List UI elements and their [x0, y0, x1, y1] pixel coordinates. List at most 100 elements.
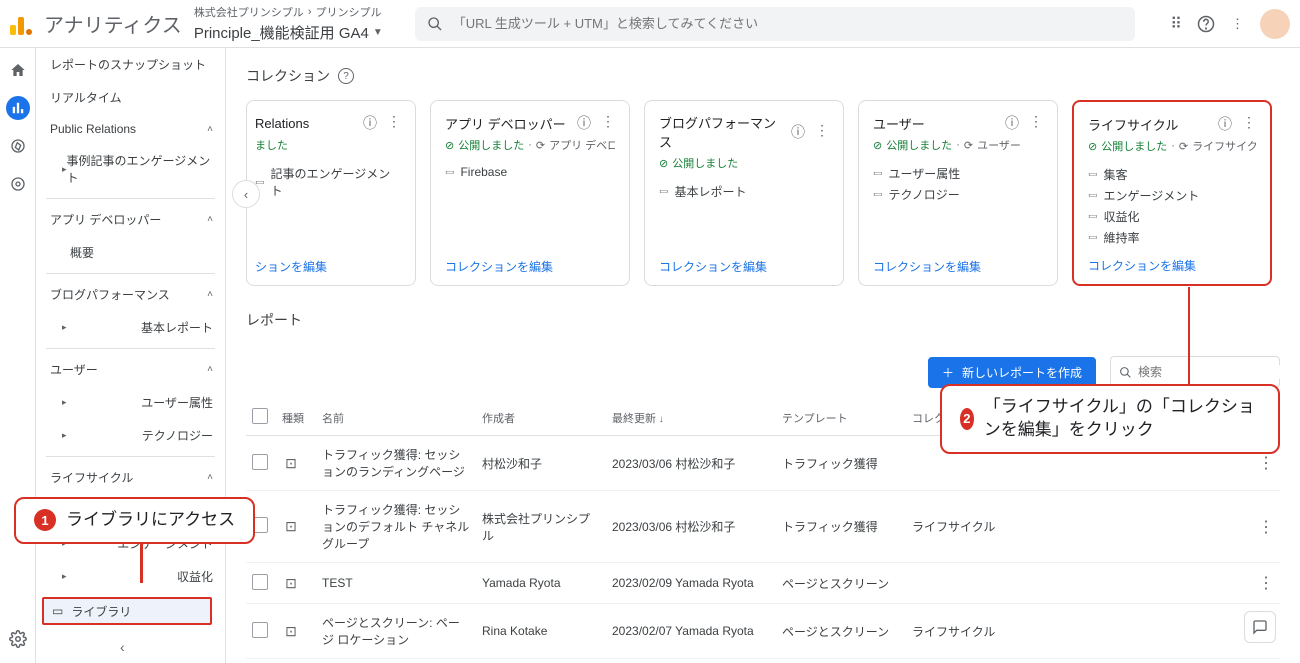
table-row[interactable]: ⊞集客サマリー株式会社プリンシプル2023/01/08 株式会社プリンシプルライ… [246, 659, 1280, 663]
select-all-checkbox[interactable] [252, 408, 268, 424]
table-row[interactable]: ⊡TESTYamada Ryota2023/02/09 Yamada Ryota… [246, 563, 1280, 604]
link-icon: ⟳ [536, 139, 545, 152]
col-template[interactable]: テンプレート [776, 400, 906, 436]
more-vert-icon[interactable]: ⋮ [601, 113, 615, 133]
edit-collection-link[interactable]: コレクションを編集 [873, 250, 1043, 275]
global-search[interactable] [415, 7, 1135, 41]
nav-section-lifecycle[interactable]: ライフサイクル˄ [36, 461, 225, 494]
property-block[interactable]: 株式会社プリンシプル › プリンシプル Principle_機能検証用 GA4 … [194, 4, 383, 43]
table-row[interactable]: ⊡ページとスクリーン: ページ ロケーションRina Kotake2023/02… [246, 604, 1280, 659]
cell-collection: ライフサイクル [906, 659, 1026, 663]
breadcrumb-org: 株式会社プリンシプル [194, 4, 304, 20]
card-item: 記事のエンゲージメント [255, 163, 401, 201]
more-vert-icon[interactable]: ⋮ [387, 113, 401, 133]
collection-card[interactable]: ブログパフォーマンスⓘ⋮ ⊘公開しました 基本レポート コレクションを編集 [644, 100, 844, 286]
cards-scroll-left[interactable]: ‹ [232, 180, 260, 208]
report-type-icon: ⊡ [282, 574, 300, 592]
table-search-input[interactable] [1138, 365, 1293, 379]
info-icon[interactable]: ⓘ [1218, 114, 1232, 134]
cell-name: 集客サマリー [316, 659, 476, 663]
property-selector[interactable]: Principle_機能検証用 GA4 ▼ [194, 22, 383, 43]
row-checkbox[interactable] [252, 622, 268, 638]
nav-section-blog[interactable]: ブログパフォーマンス˄ [36, 278, 225, 311]
breadcrumb-prop: プリンシプル [315, 4, 381, 20]
info-icon[interactable]: ⓘ [363, 113, 377, 133]
cell-name: ページとスクリーン: ページ ロケーション [316, 604, 476, 659]
nav-library[interactable]: ▭ ライブラリ [42, 597, 212, 625]
product-title: アナリティクス [44, 9, 182, 38]
edit-collection-link[interactable]: ションを編集 [255, 250, 401, 275]
more-vert-icon[interactable]: ⋮ [815, 122, 829, 142]
rail-admin-icon[interactable] [6, 627, 30, 651]
more-vert-icon[interactable]: ⋮ [1231, 16, 1244, 32]
nav-item-user-attr[interactable]: ユーザー属性 [36, 386, 225, 419]
nav-item-basic-report[interactable]: 基本レポート [36, 311, 225, 344]
nav-item-mon[interactable]: 収益化 [36, 560, 225, 593]
card-status: ⊘公開しました [659, 155, 829, 171]
card-title: ユーザー [873, 114, 925, 133]
row-more-button[interactable]: ⋮ [1250, 563, 1280, 604]
table-row[interactable]: ⊡トラフィック獲得: セッションのデフォルト チャネル グループ株式会社プリンシ… [246, 491, 1280, 563]
more-vert-icon[interactable]: ⋮ [1029, 113, 1043, 133]
collection-card[interactable]: ユーザーⓘ⋮ ⊘公開しました·⟳ユーザー ユーザー属性 テクノロジー コレクショ… [858, 100, 1058, 286]
cell-collection: ライフサイクル [906, 491, 1026, 563]
more-vert-icon[interactable]: ⋮ [1242, 114, 1256, 134]
help-tooltip-icon[interactable]: ? [338, 68, 354, 84]
help-icon[interactable] [1197, 15, 1215, 33]
header-actions: ⠿ ⋮ [1170, 9, 1290, 39]
breadcrumb: 株式会社プリンシプル › プリンシプル [194, 4, 383, 20]
nav-snapshot[interactable]: レポートのスナップショット [36, 48, 225, 81]
apps-icon[interactable]: ⠿ [1170, 14, 1181, 34]
cell-template: ページとスクリーン [776, 563, 906, 604]
card-title: Relations [255, 116, 309, 131]
cell-template: トラフィック獲得 [776, 491, 906, 563]
collection-card[interactable]: アプリ デベロッパーⓘ⋮ ⊘公開しました·⟳アプリ デベロッ… Firebase… [430, 100, 630, 286]
feedback-button[interactable] [1244, 611, 1276, 643]
info-icon[interactable]: ⓘ [577, 113, 591, 133]
account-avatar[interactable] [1260, 9, 1290, 39]
annotation-number: 2 [960, 408, 974, 430]
rail-explore-icon[interactable] [6, 134, 30, 158]
rail-advertising-icon[interactable] [6, 172, 30, 196]
col-type: 種類 [276, 400, 316, 436]
cell-desc [1026, 563, 1250, 604]
col-author[interactable]: 作成者 [476, 400, 606, 436]
plus-icon: ＋ [942, 364, 954, 381]
new-report-button[interactable]: ＋新しいレポートを作成 [928, 357, 1096, 388]
card-status: ました [255, 137, 401, 153]
row-more-button[interactable]: ⋮ [1250, 659, 1280, 663]
annotation-text: 「ライフサイクル」の「コレクションを編集」をクリック [984, 396, 1260, 442]
rail-home-icon[interactable] [6, 58, 30, 82]
collapse-nav-button[interactable]: ‹ [120, 639, 125, 655]
col-name[interactable]: 名前 [316, 400, 476, 436]
search-input[interactable] [453, 16, 1123, 31]
rail-reports-icon[interactable] [6, 96, 30, 120]
collection-card[interactable]: Relations ⓘ ⋮ ました 記事のエンゲージメント ションを編集 [246, 100, 416, 286]
cell-desc [1026, 604, 1250, 659]
cell-author: Rina Kotake [476, 604, 606, 659]
row-checkbox[interactable] [252, 454, 268, 470]
check-icon: ⊘ [1088, 140, 1097, 153]
nav-item-engagement[interactable]: 事例記事のエンゲージメント [36, 144, 225, 194]
cell-template: トラフィック獲得 [776, 436, 906, 491]
row-more-button[interactable]: ⋮ [1250, 491, 1280, 563]
cell-updated: 2023/02/09 Yamada Ryota [606, 563, 776, 604]
row-checkbox[interactable] [252, 574, 268, 590]
card-item: 収益化 [1088, 206, 1256, 227]
nav-item-overview1[interactable]: 概要 [36, 236, 225, 269]
check-icon: ⊘ [873, 139, 882, 152]
nav-realtime[interactable]: リアルタイム [36, 81, 225, 114]
nav-section-public-relations[interactable]: Public Relations˄ [36, 114, 225, 144]
col-updated[interactable]: 最終更新 [606, 400, 776, 436]
nav-section-user[interactable]: ユーザー˄ [36, 353, 225, 386]
info-icon[interactable]: ⓘ [1005, 113, 1019, 133]
edit-collection-link[interactable]: コレクションを編集 [659, 250, 829, 275]
nav-section-app-dev[interactable]: アプリ デベロッパー˄ [36, 203, 225, 236]
edit-collection-link[interactable]: コレクションを編集 [1088, 249, 1256, 274]
collection-card-lifecycle[interactable]: ライフサイクルⓘ⋮ ⊘公開しました·⟳ライフサイクル 集客 エンゲージメント 収… [1072, 100, 1272, 286]
report-type-icon: ⊡ [282, 622, 300, 640]
nav-item-tech[interactable]: テクノロジー [36, 419, 225, 452]
edit-collection-link[interactable]: コレクションを編集 [445, 250, 615, 275]
info-icon[interactable]: ⓘ [791, 122, 805, 142]
annotation-number: 1 [34, 509, 56, 531]
